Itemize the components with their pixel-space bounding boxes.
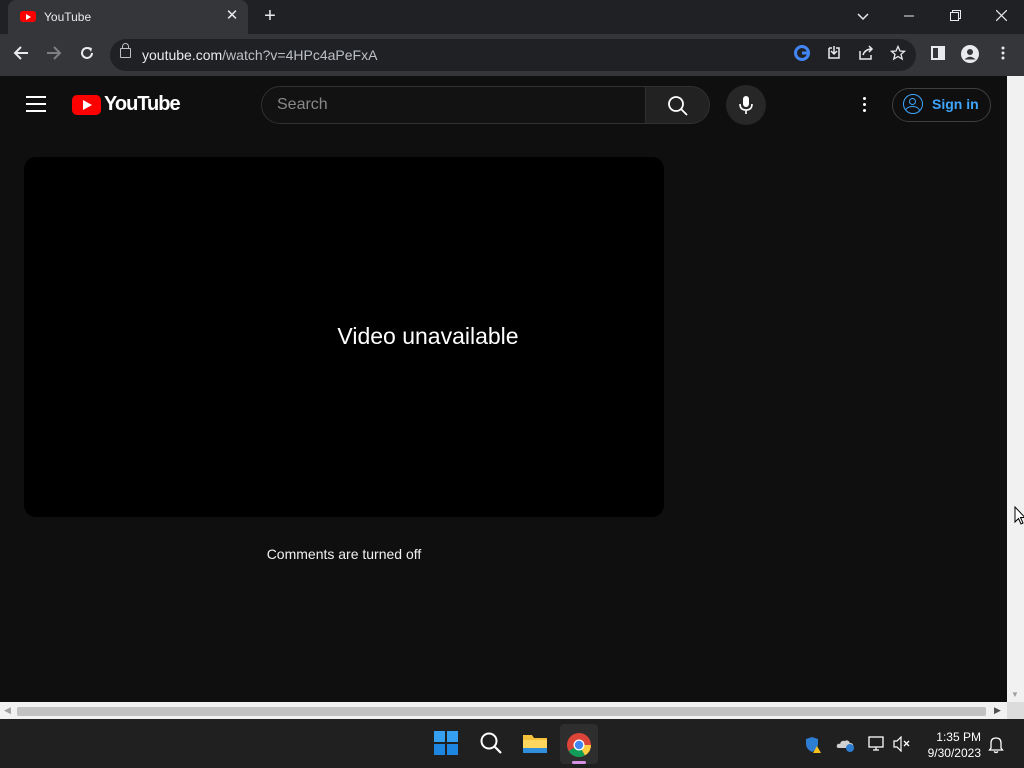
chrome-menu-icon[interactable]: [993, 45, 1013, 65]
comments-status: Comments are turned off: [266, 546, 422, 562]
file-explorer-icon[interactable]: [522, 731, 548, 757]
scroll-left-arrow-icon[interactable]: ◀: [4, 705, 11, 716]
lock-icon[interactable]: [120, 43, 131, 58]
youtube-favicon-icon: [20, 11, 36, 22]
url-text[interactable]: youtube.com/watch?v=4HPc4aPeFxA: [142, 47, 377, 63]
reload-button[interactable]: [76, 44, 98, 66]
sign-in-label: Sign in: [932, 96, 979, 112]
scroll-right-arrow-icon[interactable]: ▶: [994, 705, 1001, 716]
tab-close-icon[interactable]: ✕: [224, 8, 240, 24]
tab-search-chevron-icon[interactable]: [849, 6, 877, 26]
vertical-scrollbar[interactable]: [1007, 76, 1024, 702]
settings-more-icon[interactable]: [858, 95, 870, 115]
profile-icon[interactable]: [960, 45, 980, 65]
google-lens-icon[interactable]: [792, 45, 812, 65]
url-path: /watch?v=4HPc4aPeFxA: [222, 47, 378, 63]
network-icon[interactable]: [868, 736, 886, 754]
volume-muted-icon[interactable]: [893, 735, 911, 754]
chrome-running-indicator: [572, 761, 586, 764]
search-button[interactable]: [646, 86, 710, 124]
microphone-icon: [739, 96, 753, 114]
url-host: youtube.com: [142, 47, 223, 63]
tab-title: YouTube: [44, 10, 92, 24]
voice-search-button[interactable]: [726, 85, 766, 125]
clock-time[interactable]: 1:35 PM: [925, 730, 981, 744]
guide-menu-icon[interactable]: [26, 96, 46, 112]
chrome-app-icon[interactable]: [566, 732, 592, 758]
restore-button[interactable]: [941, 6, 969, 26]
scroll-down-arrow-icon[interactable]: ▼: [1011, 690, 1019, 699]
share-icon[interactable]: [856, 45, 876, 65]
back-button[interactable]: [10, 44, 32, 66]
minimize-button[interactable]: [895, 6, 923, 26]
new-tab-button[interactable]: +: [260, 6, 280, 26]
defender-warning-icon[interactable]: [804, 736, 822, 754]
install-app-icon[interactable]: [824, 45, 844, 65]
account-circle-icon: [903, 94, 923, 114]
youtube-logo-icon[interactable]: [72, 95, 101, 115]
close-window-button[interactable]: [987, 6, 1015, 26]
search-icon: [668, 96, 688, 116]
search-input[interactable]: [277, 95, 637, 115]
taskbar-search-icon[interactable]: [479, 731, 505, 757]
notification-bell-icon[interactable]: [987, 736, 1005, 754]
youtube-wordmark[interactable]: YouTube: [104, 93, 181, 116]
clock-date[interactable]: 9/30/2023: [925, 746, 981, 760]
forward-button[interactable]: [43, 44, 65, 66]
bookmark-star-icon[interactable]: [888, 44, 908, 65]
scrollbar-corner: [1007, 702, 1024, 719]
windows-start-icon[interactable]: [434, 731, 460, 757]
horizontal-scrollbar-thumb[interactable]: [17, 707, 986, 716]
side-panel-icon[interactable]: [928, 45, 948, 65]
video-unavailable-message: Video unavailable: [337, 323, 519, 349]
mouse-cursor-icon: [1014, 505, 1024, 531]
onedrive-icon[interactable]: [836, 736, 854, 754]
